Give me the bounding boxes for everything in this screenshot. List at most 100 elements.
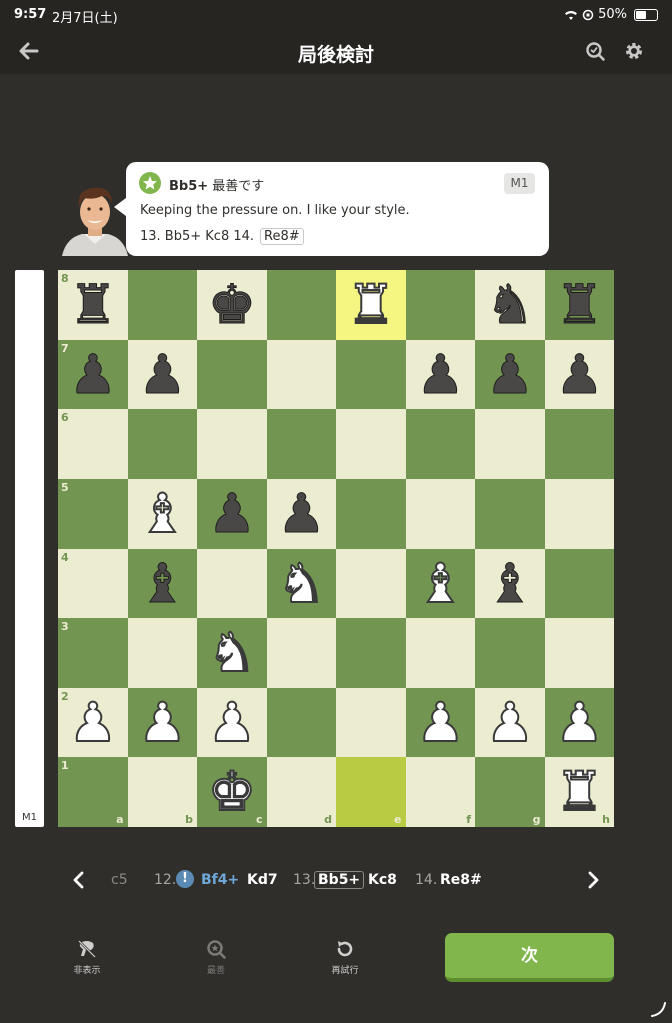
square-d4[interactable]: ♞ bbox=[266, 548, 336, 619]
white-pawn-piece[interactable]: ♟ bbox=[202, 690, 262, 755]
square-e3[interactable] bbox=[336, 618, 406, 688]
square-d1[interactable]: d bbox=[266, 757, 336, 827]
square-a2[interactable]: 2 ♟ bbox=[58, 687, 128, 758]
hide-button[interactable]: 非表示 bbox=[57, 938, 117, 976]
white-bishop-piece[interactable]: ♝ bbox=[411, 551, 471, 616]
white-rook-piece[interactable]: ♜ bbox=[341, 272, 401, 337]
square-b1[interactable]: b bbox=[127, 757, 197, 827]
square-c7[interactable] bbox=[197, 339, 267, 410]
square-a1[interactable]: 1a bbox=[58, 757, 128, 827]
square-g7[interactable]: ♟ bbox=[475, 339, 545, 410]
square-h2[interactable]: ♟ bbox=[544, 687, 614, 758]
move-12-black[interactable]: Kd7 bbox=[247, 872, 278, 888]
square-f2[interactable]: ♟ bbox=[405, 687, 475, 758]
square-f5[interactable] bbox=[405, 478, 475, 549]
white-pawn-piece[interactable]: ♟ bbox=[550, 690, 610, 755]
square-c6[interactable] bbox=[197, 409, 267, 479]
square-a3[interactable]: 3 bbox=[58, 618, 128, 688]
square-b7[interactable]: ♟ bbox=[127, 339, 197, 410]
black-pawn-piece[interactable]: ♟ bbox=[550, 342, 610, 406]
next-button[interactable]: 次 bbox=[445, 933, 614, 982]
square-g2[interactable]: ♟ bbox=[475, 687, 545, 758]
square-a6[interactable]: 6 bbox=[58, 409, 128, 479]
square-b5[interactable]: ♝ bbox=[127, 478, 197, 549]
black-knight-piece[interactable]: ♞ bbox=[480, 273, 540, 337]
square-c3[interactable]: ♞ bbox=[197, 618, 267, 688]
square-g4[interactable]: ♝ bbox=[475, 548, 545, 619]
square-d3[interactable] bbox=[266, 618, 336, 688]
white-knight-piece[interactable]: ♞ bbox=[202, 620, 262, 685]
black-rook-piece[interactable]: ♜ bbox=[63, 273, 123, 337]
square-f8[interactable] bbox=[405, 270, 475, 340]
square-a4[interactable]: 4 bbox=[58, 548, 128, 619]
black-pawn-piece[interactable]: ♟ bbox=[202, 481, 262, 545]
chess-board[interactable]: 8 ♜ ♚ ♜ ♞ ♜ 7 ♟ ♟ ♟ ♟ ♟ 6 5 ♝ ♟ ♟ 4 ♝ ♞ ♝ ♝ 3 ♞ 2 ♟ ♟ ♟ ♟ ♟ ♟ 1 a b c ♚ d e f g… bbox=[58, 270, 614, 827]
square-e4[interactable] bbox=[336, 548, 406, 619]
white-bishop-piece[interactable]: ♝ bbox=[133, 481, 193, 546]
move-12-white[interactable]: Bf4+ bbox=[201, 872, 239, 888]
square-c5[interactable]: ♟ bbox=[197, 478, 267, 549]
square-h1[interactable]: h ♜ bbox=[544, 757, 614, 827]
square-b6[interactable] bbox=[127, 409, 197, 479]
square-c1[interactable]: c ♚ bbox=[197, 757, 267, 827]
square-d7[interactable] bbox=[266, 339, 336, 410]
square-h3[interactable] bbox=[544, 618, 614, 688]
square-g1[interactable]: g bbox=[475, 757, 545, 827]
retry-button[interactable]: 再試行 bbox=[315, 938, 375, 976]
square-c8[interactable]: ♚ bbox=[197, 270, 267, 340]
square-e7[interactable] bbox=[336, 339, 406, 410]
white-pawn-piece[interactable]: ♟ bbox=[480, 690, 540, 755]
white-pawn-piece[interactable]: ♟ bbox=[411, 690, 471, 755]
black-bishop-piece[interactable]: ♝ bbox=[480, 551, 540, 615]
white-king-piece[interactable]: ♚ bbox=[202, 759, 262, 824]
square-e6[interactable] bbox=[336, 409, 406, 479]
square-c4[interactable] bbox=[197, 548, 267, 619]
square-g3[interactable] bbox=[475, 618, 545, 688]
square-e2[interactable] bbox=[336, 687, 406, 758]
square-b3[interactable] bbox=[127, 618, 197, 688]
square-d2[interactable] bbox=[266, 687, 336, 758]
square-b8[interactable] bbox=[127, 270, 197, 340]
move-13-white-selected[interactable]: Bb5+ bbox=[314, 871, 365, 889]
square-g8[interactable]: ♞ bbox=[475, 270, 545, 340]
square-a8[interactable]: 8 ♜ bbox=[58, 270, 128, 340]
chevron-left-icon[interactable] bbox=[68, 869, 90, 891]
black-pawn-piece[interactable]: ♟ bbox=[272, 481, 332, 545]
square-d6[interactable] bbox=[266, 409, 336, 479]
square-f4[interactable]: ♝ bbox=[405, 548, 475, 619]
square-f1[interactable]: f bbox=[405, 757, 475, 827]
square-e5[interactable] bbox=[336, 478, 406, 549]
line-move-chip[interactable]: Re8# bbox=[260, 228, 304, 245]
black-pawn-piece[interactable]: ♟ bbox=[480, 342, 540, 406]
chevron-right-icon[interactable] bbox=[582, 869, 604, 891]
square-f6[interactable] bbox=[405, 409, 475, 479]
square-d8[interactable] bbox=[266, 270, 336, 340]
square-g5[interactable] bbox=[475, 478, 545, 549]
move-prev[interactable]: c5 bbox=[111, 872, 128, 888]
square-e8[interactable]: ♜ bbox=[336, 270, 406, 340]
square-h7[interactable]: ♟ bbox=[544, 339, 614, 410]
square-a7[interactable]: 7 ♟ bbox=[58, 339, 128, 410]
square-e1[interactable]: e bbox=[336, 757, 406, 827]
white-rook-piece[interactable]: ♜ bbox=[550, 759, 610, 824]
black-king-piece[interactable]: ♚ bbox=[202, 273, 262, 337]
square-a5[interactable]: 5 bbox=[58, 478, 128, 549]
black-pawn-piece[interactable]: ♟ bbox=[63, 342, 123, 406]
square-b4[interactable]: ♝ bbox=[127, 548, 197, 619]
square-h8[interactable]: ♜ bbox=[544, 270, 614, 340]
square-g6[interactable] bbox=[475, 409, 545, 479]
square-h4[interactable] bbox=[544, 548, 614, 619]
white-knight-piece[interactable]: ♞ bbox=[272, 551, 332, 616]
gear-icon[interactable] bbox=[623, 40, 645, 62]
square-h5[interactable] bbox=[544, 478, 614, 549]
white-pawn-piece[interactable]: ♟ bbox=[133, 690, 193, 755]
square-f3[interactable] bbox=[405, 618, 475, 688]
square-d5[interactable]: ♟ bbox=[266, 478, 336, 549]
move-14-white[interactable]: Re8# bbox=[440, 872, 482, 888]
analysis-search-icon[interactable] bbox=[584, 40, 606, 62]
black-rook-piece[interactable]: ♜ bbox=[550, 273, 610, 337]
black-bishop-piece[interactable]: ♝ bbox=[133, 551, 193, 615]
square-c2[interactable]: ♟ bbox=[197, 687, 267, 758]
black-pawn-piece[interactable]: ♟ bbox=[411, 342, 471, 406]
best-move-button[interactable]: 最善 bbox=[186, 938, 246, 976]
